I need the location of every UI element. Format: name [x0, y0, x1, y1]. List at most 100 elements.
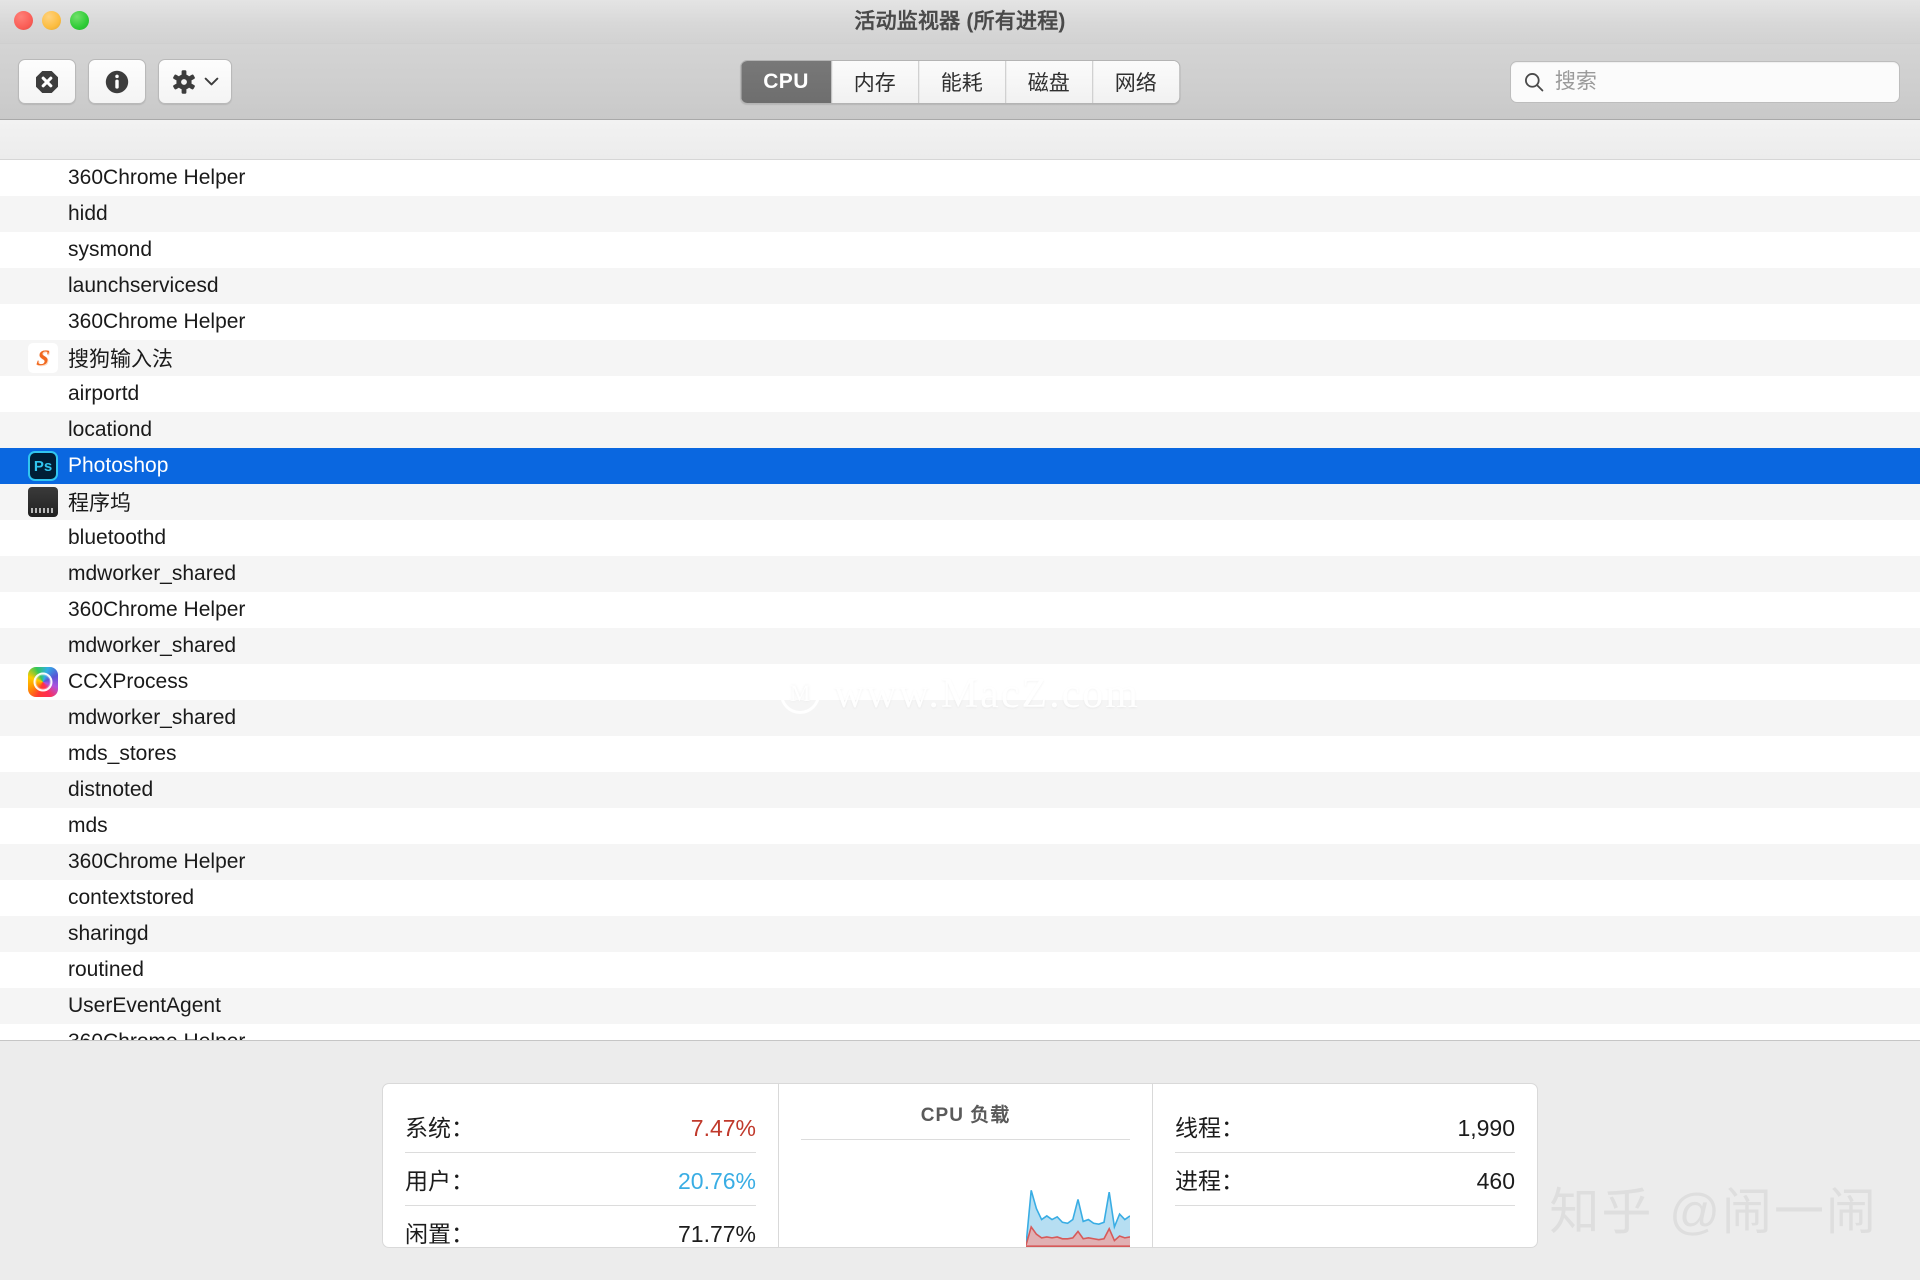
process-row[interactable]: 360Chrome Helper [0, 592, 1920, 628]
cpu-system-label: 系统： [405, 1115, 474, 1141]
process-name: 360Chrome Helper [68, 1030, 245, 1040]
sogou-input-icon: S [28, 343, 58, 373]
process-row[interactable]: 360Chrome Helper [0, 304, 1920, 340]
bottom-stats-panel: 系统： 7.47% 用户： 20.76% 闲置： 71.77% CPU 负载 线… [0, 1040, 1920, 1280]
cpu-load-graph [801, 1140, 1130, 1247]
process-name: locationd [68, 418, 153, 441]
chevron-down-icon [204, 77, 219, 86]
stats-box: 系统： 7.47% 用户： 20.76% 闲置： 71.77% CPU 负载 线… [382, 1083, 1538, 1248]
cpu-user-row: 用户： 20.76% [405, 1153, 756, 1206]
process-row[interactable]: mdworker_shared [0, 556, 1920, 592]
process-name: mds_stores [68, 742, 177, 765]
threads-value: 1,990 [1457, 1115, 1515, 1141]
window-title: 活动监视器 (所有进程) [854, 10, 1066, 33]
toolbar: CPU 内存 能耗 磁盘 网络 [0, 44, 1920, 120]
search-field[interactable] [1510, 61, 1900, 103]
tab-memory[interactable]: 内存 [830, 61, 918, 103]
process-name: mdworker_shared [68, 706, 237, 729]
process-name: 360Chrome Helper [68, 598, 246, 621]
process-name: mdworker_shared [68, 634, 237, 657]
process-row[interactable]: CCXProcess [0, 664, 1920, 700]
process-row[interactable]: mds [0, 808, 1920, 844]
process-rows: 360Chrome Helper hidd sysmond launchservice… [0, 160, 1920, 1040]
process-row[interactable]: hidd [0, 196, 1920, 232]
process-row[interactable]: distnoted [0, 772, 1920, 808]
process-name: 搜狗输入法 [68, 348, 173, 371]
process-name: routined [68, 958, 144, 981]
title-bar: 活动监视器 (所有进程) [0, 0, 1920, 44]
process-name: distnoted [68, 778, 154, 801]
process-row[interactable]: airportd [0, 376, 1920, 412]
process-name: 360Chrome Helper [68, 166, 246, 189]
process-name: bluetoothd [68, 526, 167, 549]
processes-value: 460 [1476, 1168, 1515, 1194]
process-list[interactable]: 360Chrome Helper hidd sysmond launchservice… [0, 160, 1920, 1040]
process-row[interactable]: mdworker_shared [0, 628, 1920, 664]
dock-icon [28, 487, 58, 517]
process-name: airportd [68, 382, 140, 405]
tab-disk[interactable]: 磁盘 [1004, 61, 1092, 103]
photoshop-icon: Ps [28, 451, 58, 481]
creative-cloud-icon [28, 667, 58, 697]
gear-icon [173, 69, 195, 94]
threads-label: 线程： [1175, 1115, 1244, 1141]
stop-octagon-x-icon [36, 70, 58, 93]
process-name: mds [68, 814, 108, 837]
process-row[interactable]: 360Chrome Helper [0, 1024, 1920, 1040]
search-input[interactable] [1554, 70, 1887, 94]
process-name: UserEventAgent [68, 994, 221, 1017]
view-tabs: CPU 内存 能耗 磁盘 网络 [740, 60, 1180, 104]
process-row[interactable]: 360Chrome Helper [0, 160, 1920, 196]
process-name: 程序坞 [68, 492, 131, 515]
process-row[interactable]: mdworker_shared [0, 700, 1920, 736]
info-circle-icon [105, 70, 129, 93]
tab-network[interactable]: 网络 [1091, 61, 1179, 103]
process-name: mdworker_shared [68, 562, 237, 585]
zhihu-watermark: 知乎 @闹一闹 [1549, 1184, 1878, 1240]
process-row[interactable]: 程序坞 [0, 484, 1920, 520]
tab-energy[interactable]: 能耗 [917, 61, 1005, 103]
process-name: sharingd [68, 922, 149, 945]
search-icon [1525, 73, 1544, 92]
cpu-load-title: CPU 负载 [801, 1100, 1130, 1140]
cpu-user-value: 20.76% [677, 1168, 756, 1194]
process-name: hidd [68, 202, 108, 225]
cpu-idle-label: 闲置： [405, 1221, 474, 1247]
cpu-idle-value: 71.77% [677, 1221, 756, 1247]
processes-row: 进程： 460 [1175, 1153, 1515, 1206]
cpu-load-graph-section: CPU 负载 [779, 1084, 1153, 1247]
process-row[interactable]: 360Chrome Helper [0, 844, 1920, 880]
process-row[interactable]: bluetoothd [0, 520, 1920, 556]
process-row[interactable]: sysmond [0, 232, 1920, 268]
inspect-process-button[interactable] [88, 59, 146, 104]
counts-section: 线程： 1,990 进程： 460 [1153, 1084, 1537, 1247]
cpu-system-row: 系统： 7.47% [405, 1100, 756, 1153]
process-name: launchservicesd [68, 274, 219, 297]
process-name: CCXProcess [68, 670, 189, 693]
process-row[interactable]: Ps Photoshop [0, 448, 1920, 484]
process-name: Photoshop [68, 454, 169, 477]
quit-process-button[interactable] [18, 59, 76, 104]
process-name: 360Chrome Helper [68, 850, 246, 873]
process-row[interactable]: launchservicesd [0, 268, 1920, 304]
cpu-idle-row: 闲置： 71.77% [405, 1206, 756, 1247]
process-row[interactable]: sharingd [0, 916, 1920, 952]
process-name: 360Chrome Helper [68, 310, 246, 333]
process-row[interactable]: S 搜狗输入法 [0, 340, 1920, 376]
process-row[interactable]: locationd [0, 412, 1920, 448]
process-name: contextstored [68, 886, 195, 909]
process-row[interactable]: contextstored [0, 880, 1920, 916]
tab-cpu[interactable]: CPU [741, 61, 831, 103]
cpu-system-value: 7.47% [690, 1115, 756, 1141]
cpu-user-label: 用户： [405, 1168, 474, 1194]
cpu-usage-section: 系统： 7.47% 用户： 20.76% 闲置： 71.77% [383, 1084, 779, 1247]
activity-monitor-window: 活动监视器 (所有进程) CPU 内存 能耗 磁盘 网络 搜索 360Chrom… [0, 0, 1920, 1280]
threads-row: 线程： 1,990 [1175, 1100, 1515, 1153]
process-row[interactable]: UserEventAgent [0, 988, 1920, 1024]
process-row[interactable]: mds_stores [0, 736, 1920, 772]
column-header-bar[interactable] [0, 120, 1920, 160]
view-options-button[interactable] [158, 59, 232, 104]
toolbar-buttons [18, 59, 232, 104]
process-row[interactable]: routined [0, 952, 1920, 988]
process-name: sysmond [68, 238, 153, 261]
